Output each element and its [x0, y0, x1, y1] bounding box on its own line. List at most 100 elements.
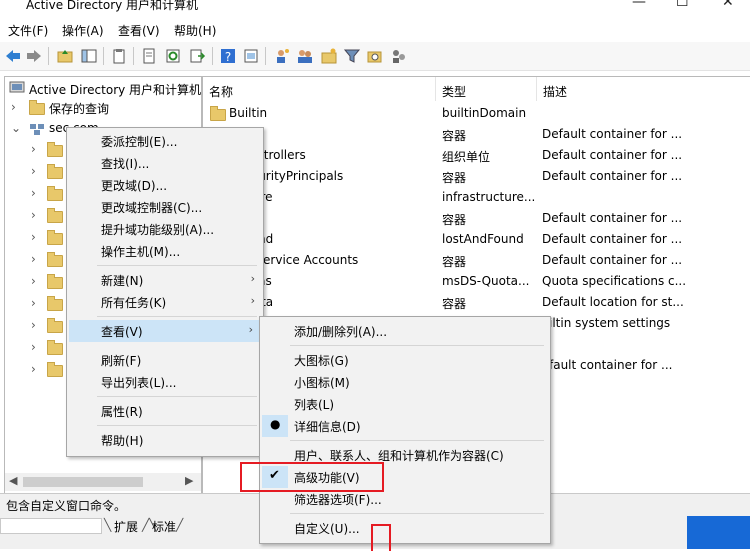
window-title: Active Directory 用户和计算机	[26, 0, 199, 12]
add-to-group-icon[interactable]	[390, 47, 408, 65]
folder-icon	[47, 208, 63, 223]
new-user-icon[interactable]	[273, 47, 291, 65]
chevron-right-icon: ›	[248, 323, 253, 336]
refresh-icon[interactable]	[164, 47, 182, 65]
row-type: msDS-Quota...	[442, 274, 530, 288]
new-ou-icon[interactable]	[320, 47, 338, 65]
back-icon[interactable]	[4, 47, 22, 65]
row-type: 容器	[442, 129, 467, 143]
row-desc: iltin system settings	[549, 316, 671, 330]
row-desc: Default container for ...	[542, 127, 683, 141]
menu-change-domain[interactable]: 更改域(D)...	[67, 174, 263, 196]
menu-find[interactable]: 查找(I)...	[67, 152, 263, 174]
menu-list[interactable]: 列表(L)	[260, 393, 550, 415]
row-type: 容器	[442, 171, 467, 185]
menu-export-list[interactable]: 导出列表(L)...	[67, 371, 263, 393]
menu-new[interactable]: 新建(N) ›	[67, 269, 263, 291]
row-type: builtinDomain	[442, 106, 527, 120]
document-icon[interactable]	[140, 47, 158, 65]
row-desc: Default container for ...	[542, 211, 683, 225]
folder-icon	[47, 274, 63, 289]
taskbar-edge	[687, 516, 750, 549]
minimize-icon[interactable]: —	[632, 0, 646, 10]
menu-details[interactable]: ● 详细信息(D)	[260, 415, 550, 437]
row-type: lostAndFound	[442, 232, 524, 246]
menu-customize[interactable]: 自定义(U)...	[260, 517, 550, 539]
ad-console-icon	[9, 81, 25, 93]
highlight-annotation	[240, 462, 384, 492]
menu-action[interactable]: 操作(A)	[62, 22, 104, 39]
column-header-desc[interactable]: 描述	[537, 77, 750, 101]
row-type: 组织单位	[442, 150, 491, 164]
export-list-icon[interactable]	[188, 47, 206, 65]
maximize-icon[interactable]: ☐	[676, 0, 689, 10]
menu-operations-masters[interactable]: 操作主机(M)...	[67, 240, 263, 262]
row-type: 容器	[442, 297, 467, 311]
properties-icon[interactable]	[242, 47, 260, 65]
menu-view-item[interactable]: 查看(V) ›	[69, 320, 261, 342]
tab-scroll-area	[0, 518, 102, 534]
toolbar: ?	[0, 42, 750, 71]
folder-icon	[47, 340, 63, 355]
folder-icon	[47, 296, 63, 311]
domain-icon	[30, 124, 44, 135]
folder-icon	[47, 362, 63, 377]
menu-bar: 文件(F) 操作(A) 查看(V) 帮助(H)	[0, 18, 750, 40]
menu-help-item[interactable]: 帮助(H)	[67, 429, 263, 451]
forward-icon[interactable]	[25, 47, 43, 65]
folder-icon	[47, 230, 63, 245]
menu-large-icons[interactable]: 大图标(G)	[260, 349, 550, 371]
status-text: 包含自定义窗口命令。	[6, 499, 127, 513]
menu-view[interactable]: 查看(V)	[118, 22, 160, 39]
view-submenu: 添加/删除列(A)... 大图标(G) 小图标(M) 列表(L) ● 详细信息(…	[259, 316, 551, 544]
chevron-right-icon[interactable]: ›	[11, 100, 16, 114]
menu-change-dc[interactable]: 更改域控制器(C)...	[67, 196, 263, 218]
row-desc: Default container for ...	[542, 253, 683, 267]
menu-small-icons[interactable]: 小图标(M)	[260, 371, 550, 393]
radio-selected-icon: ●	[262, 415, 288, 437]
row-name[interactable]: Builtin	[229, 106, 267, 120]
highlight-annotation	[371, 524, 391, 551]
menu-refresh[interactable]: 刷新(F)	[67, 349, 263, 371]
tree-root-label[interactable]: Active Directory 用户和计算机	[29, 81, 201, 98]
menu-delegate-control[interactable]: 委派控制(E)...	[67, 130, 263, 152]
column-header-type[interactable]: 类型	[436, 77, 537, 101]
context-menu: 委派控制(E)... 查找(I)... 更改域(D)... 更改域控制器(C).…	[66, 127, 264, 457]
folder-icon	[29, 100, 45, 115]
folder-icon	[210, 106, 226, 121]
row-desc: Default container for ...	[542, 148, 683, 162]
menu-all-tasks[interactable]: 所有任务(K) ›	[67, 291, 263, 313]
tab-extended[interactable]: 扩展	[114, 518, 138, 535]
chevron-right-icon: ›	[250, 294, 255, 307]
menu-properties[interactable]: 属性(R)	[67, 400, 263, 422]
chevron-down-icon[interactable]: ⌄	[11, 121, 21, 135]
tab-standard[interactable]: 标准	[152, 518, 176, 535]
menu-add-remove-columns[interactable]: 添加/删除列(A)...	[260, 320, 550, 342]
row-type: 容器	[442, 255, 467, 269]
scroll-thumb[interactable]	[23, 477, 143, 487]
close-icon[interactable]: ✕	[722, 0, 734, 10]
filter-icon[interactable]	[343, 47, 361, 65]
row-desc: Quota specifications c...	[542, 274, 687, 288]
row-desc: Default location for st...	[542, 295, 684, 309]
folder-icon	[47, 142, 63, 157]
new-group-icon[interactable]	[296, 47, 314, 65]
folder-icon	[47, 186, 63, 201]
svg-text:?: ?	[225, 50, 231, 64]
folder-icon	[47, 252, 63, 267]
clipboard-icon[interactable]	[110, 47, 128, 65]
title-bar: Active Directory 用户和计算机 — ☐ ✕	[0, 0, 750, 14]
help-icon[interactable]: ?	[219, 47, 237, 65]
up-folder-icon[interactable]	[56, 47, 74, 65]
menu-file[interactable]: 文件(F)	[8, 22, 48, 39]
menu-raise-functional-level[interactable]: 提升域功能级别(A)...	[67, 218, 263, 240]
row-desc: fault container for ...	[549, 358, 673, 372]
tree-scrollbar[interactable]: ◀ ▶	[5, 473, 201, 491]
tree-saved-queries[interactable]: 保存的查询	[49, 100, 109, 117]
column-header-name[interactable]: 名称	[203, 77, 436, 101]
show-tree-icon[interactable]	[80, 47, 98, 65]
find-icon[interactable]	[366, 47, 384, 65]
row-type: infrastructure...	[442, 190, 536, 204]
folder-icon	[47, 164, 63, 179]
menu-help[interactable]: 帮助(H)	[174, 22, 216, 39]
